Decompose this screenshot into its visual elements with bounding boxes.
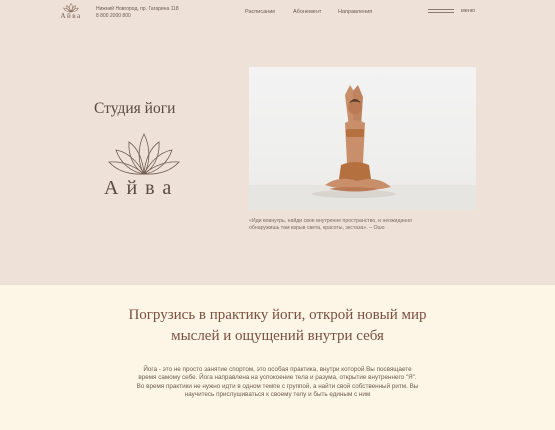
site-header: Айва Нижний Новгород, пр. Гагарина 118 8…: [0, 0, 555, 24]
headline-line-1: Погрузись в практику йоги, открой новый …: [128, 307, 427, 323]
address-text: Нижний Новгород, пр. Гагарина 118: [96, 6, 179, 12]
nav-link-membership[interactable]: Абонемент: [293, 9, 321, 15]
headline-line-2: мыслей и ощущений внутри себя: [171, 328, 384, 344]
menu-button[interactable]: меню: [428, 7, 478, 17]
menu-label: меню: [461, 8, 476, 14]
phone-link[interactable]: 8 800 2000 800: [96, 13, 179, 20]
header-logo-text: Айва: [60, 12, 82, 20]
intro-paragraph: Йога - это не просто занятие спортом, эт…: [136, 366, 419, 399]
studio-title: Студия йоги: [94, 100, 176, 117]
quote-text: «Иди вовнутрь, найди свое внутренне прос…: [249, 218, 412, 231]
header-contacts: Нижний Новгород, пр. Гагарина 118 8 800 …: [96, 6, 179, 19]
yoga-photo: [249, 67, 476, 210]
brand-name: Айва: [104, 177, 180, 199]
nav-link-schedule[interactable]: Расписание: [245, 9, 275, 15]
lotus-logo-icon: [108, 133, 180, 175]
intro-headline: Погрузись в практику йоги, открой новый …: [90, 305, 465, 347]
header-logo[interactable]: Айва: [56, 3, 86, 21]
nav-link-directions[interactable]: Направления: [338, 9, 372, 15]
